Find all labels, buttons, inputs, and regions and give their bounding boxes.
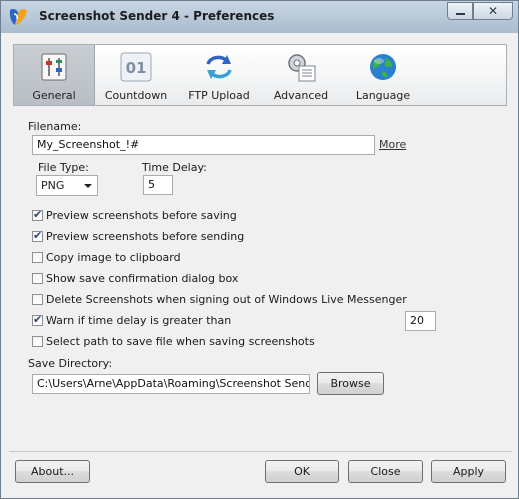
preferences-window: Screenshot Sender 4 - Preferences ✕ Gene… <box>0 0 519 499</box>
checkbox-select-path[interactable] <box>32 336 43 347</box>
ok-button[interactable]: OK <box>265 460 339 483</box>
option-label: Preview screenshots before saving <box>46 209 237 222</box>
option-label: Show save confirmation dialog box <box>46 272 239 285</box>
option-label: Copy image to clipboard <box>46 251 181 264</box>
tab-ftp-upload[interactable]: FTP Upload <box>182 45 256 105</box>
filetype-select[interactable]: PNG <box>36 175 98 196</box>
filetype-label: File Type: <box>38 161 89 174</box>
timedelay-input[interactable]: 5 <box>143 175 173 195</box>
savedir-input[interactable]: C:\Users\Arne\AppData\Roaming\Screenshot… <box>32 374 310 394</box>
tab-language[interactable]: Language <box>346 45 420 105</box>
title-bar[interactable]: Screenshot Sender 4 - Preferences ✕ <box>1 1 518 33</box>
category-toolbar: General 01 Countdown FTP Upload Advanced… <box>13 44 507 106</box>
checkbox-preview-saving[interactable]: ✔ <box>32 208 43 221</box>
countdown-icon-text: 01 <box>126 59 147 77</box>
countdown-icon: 01 <box>120 52 152 82</box>
checkbox-preview-sending[interactable]: ✔ <box>32 229 43 242</box>
footer-divider <box>9 451 512 452</box>
more-link[interactable]: More <box>379 138 406 151</box>
close-window-button[interactable]: ✕ <box>473 2 513 20</box>
tab-label: Countdown <box>104 89 168 102</box>
globe-icon <box>370 54 396 80</box>
checkbox-delete-on-signout[interactable] <box>32 294 43 305</box>
check-icon: ✔ <box>33 208 43 221</box>
option-label: Warn if time delay is greater than <box>46 314 232 327</box>
tab-label: General <box>32 89 76 102</box>
savedir-label: Save Directory: <box>28 357 113 370</box>
tab-general[interactable]: General <box>14 45 95 105</box>
browse-button[interactable]: Browse <box>317 372 384 395</box>
about-button[interactable]: About... <box>15 460 90 483</box>
ftp-upload-icon <box>206 55 232 79</box>
tab-label: Advanced <box>273 89 329 102</box>
check-icon: ✔ <box>33 313 43 326</box>
timedelay-label: Time Delay: <box>142 161 207 174</box>
filename-input[interactable]: My_Screenshot_!# <box>32 135 375 155</box>
app-icon <box>9 8 27 25</box>
warn-delay-input[interactable]: 20 <box>405 311 436 331</box>
minimize-button[interactable] <box>447 2 473 20</box>
apply-button[interactable]: Apply <box>431 460 506 483</box>
close-icon: ✕ <box>487 4 499 18</box>
filename-label: Filename: <box>28 120 82 133</box>
window-title: Screenshot Sender 4 - Preferences <box>39 9 275 23</box>
option-label: Select path to save file when saving scr… <box>46 335 315 348</box>
check-icon: ✔ <box>33 229 43 242</box>
close-button[interactable]: Close <box>348 460 423 483</box>
option-label: Delete Screenshots when signing out of W… <box>46 293 407 306</box>
checkbox-copy-clipboard[interactable] <box>32 252 43 263</box>
minimize-icon <box>456 13 465 15</box>
tab-label: FTP Upload <box>188 89 250 102</box>
advanced-icon <box>288 54 316 82</box>
option-label: Preview screenshots before sending <box>46 230 245 243</box>
tab-label: Language <box>355 89 411 102</box>
checkbox-warn-time-delay[interactable]: ✔ <box>32 313 43 326</box>
tab-advanced[interactable]: Advanced <box>264 45 338 105</box>
general-settings-icon <box>41 53 67 81</box>
checkbox-save-confirmation[interactable] <box>32 273 43 284</box>
chevron-down-icon <box>84 184 92 188</box>
tab-countdown[interactable]: 01 Countdown <box>100 45 172 105</box>
filetype-value: PNG <box>41 179 65 192</box>
